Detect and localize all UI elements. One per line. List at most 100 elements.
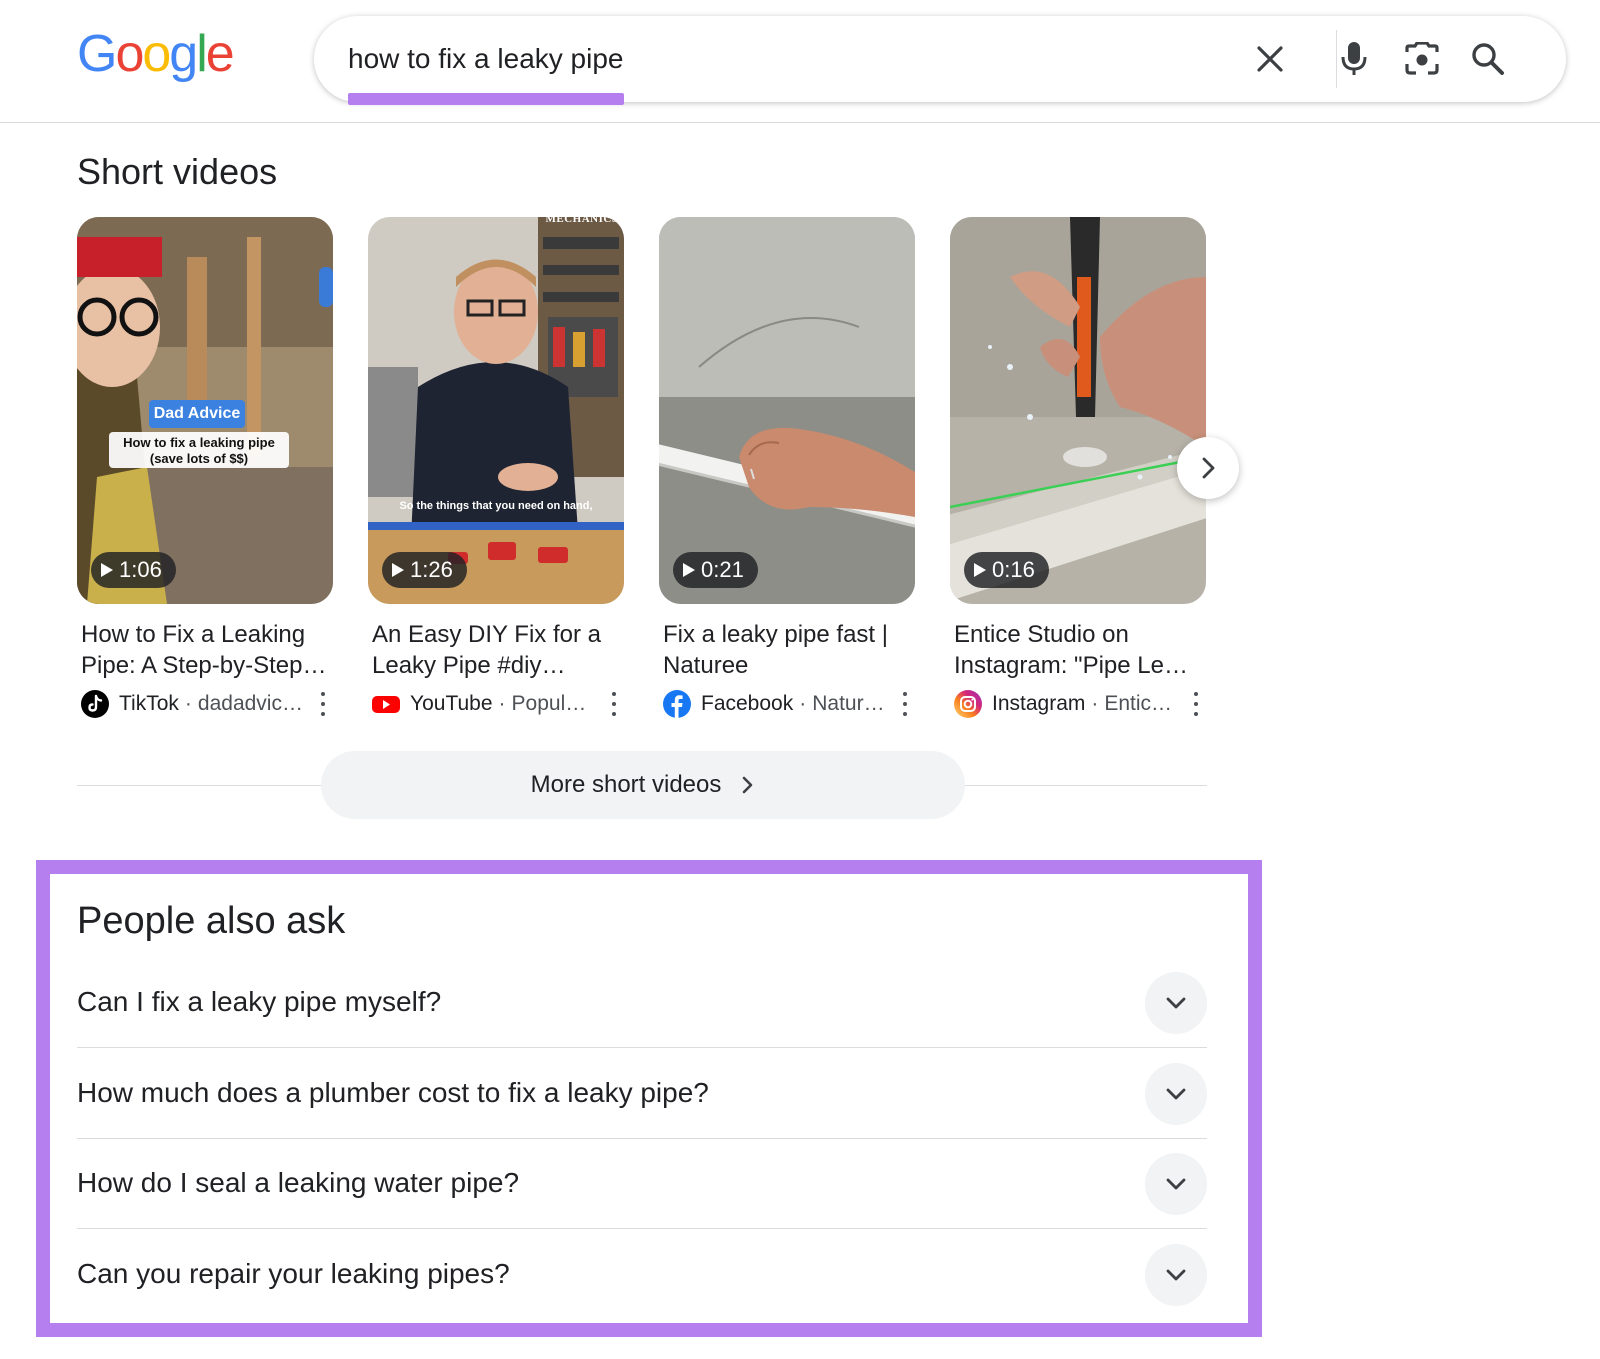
paa-question[interactable]: Can I fix a leaky pipe myself? bbox=[77, 958, 1207, 1048]
video-meta: TikTok · dadadvic… bbox=[81, 689, 333, 719]
expand-button[interactable] bbox=[1145, 1063, 1207, 1125]
video-title[interactable]: Fix a leaky pipe fast | Naturee bbox=[663, 619, 915, 681]
more-short-videos-label: More short videos bbox=[530, 771, 722, 798]
paa-question[interactable]: How much does a plumber cost to fix a le… bbox=[77, 1049, 1207, 1139]
google-logo[interactable]: Google bbox=[77, 24, 235, 84]
paa-divider bbox=[77, 1228, 1207, 1229]
video-channel: Popul… bbox=[511, 692, 587, 715]
tiktok-icon bbox=[81, 690, 109, 718]
video-thumbnail[interactable]: Dad Advice How to fix a leaking pipe (sa… bbox=[77, 217, 333, 604]
video-source: TikTok bbox=[119, 692, 179, 715]
logo-letter: e bbox=[205, 25, 235, 83]
paa-divider bbox=[77, 1047, 1207, 1048]
play-icon bbox=[683, 563, 695, 577]
more-options-icon[interactable] bbox=[1190, 692, 1202, 716]
duration-text: 1:26 bbox=[410, 557, 453, 582]
duration-text: 0:16 bbox=[992, 557, 1035, 582]
logo-letter: o bbox=[115, 25, 144, 83]
short-videos-heading: Short videos bbox=[77, 151, 278, 192]
logo-letter: o bbox=[142, 25, 171, 83]
meta-separator: · bbox=[184, 692, 192, 715]
overlay-caption: So the things that you need on hand, bbox=[399, 500, 593, 512]
video-channel: dadadvic… bbox=[197, 692, 303, 715]
video-title-line: Pipe: A Step-by-Step… bbox=[81, 652, 327, 679]
overlay-caption: How to fix a leaking pipe (save lots of … bbox=[109, 435, 289, 467]
video-card-tiktok[interactable]: Dad Advice How to fix a leaking pipe (sa… bbox=[77, 217, 333, 719]
video-card-youtube[interactable]: MECHANICS So the things that you need on… bbox=[368, 217, 624, 719]
paa-question-text: How do I seal a leaking water pipe? bbox=[77, 1167, 520, 1198]
duration-badge: 1:06 bbox=[91, 552, 176, 588]
microphone-icon[interactable] bbox=[1332, 37, 1376, 81]
video-title-line: Fix a leaky pipe fast | bbox=[663, 621, 888, 648]
paa-question-text: How much does a plumber cost to fix a le… bbox=[77, 1077, 709, 1108]
more-options-icon[interactable] bbox=[608, 692, 620, 716]
video-title-line: Entice Studio on bbox=[954, 621, 1129, 648]
carousel-next-button[interactable] bbox=[1177, 437, 1239, 499]
people-also-ask-heading: People also ask bbox=[77, 900, 346, 942]
search-query-highlight bbox=[348, 93, 624, 105]
duration-badge: 0:16 bbox=[964, 552, 1049, 588]
video-title[interactable]: Entice Studio on Instagram: "Pipe Le… bbox=[954, 619, 1206, 681]
video-title-line: Leaky Pipe #diy… bbox=[372, 652, 566, 679]
video-title[interactable]: How to Fix a Leaking Pipe: A Step-by-Ste… bbox=[81, 619, 333, 681]
search-icon[interactable] bbox=[1466, 37, 1510, 81]
more-options-icon[interactable] bbox=[317, 692, 329, 716]
overlay-line: How to fix a leaking pipe bbox=[123, 435, 275, 450]
search-input[interactable]: how to fix a leaky pipe bbox=[348, 42, 624, 76]
youtube-icon bbox=[372, 696, 400, 713]
video-thumbnail[interactable]: MECHANICS So the things that you need on… bbox=[368, 217, 624, 604]
expand-button[interactable] bbox=[1145, 1153, 1207, 1215]
chevron-down-icon bbox=[1166, 1088, 1186, 1100]
logo-letter: l bbox=[196, 25, 207, 83]
paa-question-text: Can I fix a leaky pipe myself? bbox=[77, 986, 442, 1017]
instagram-icon bbox=[954, 690, 982, 718]
facebook-icon bbox=[663, 690, 691, 718]
chevron-down-icon bbox=[1166, 997, 1186, 1009]
overlay-line: (save lots of $$) bbox=[149, 451, 249, 466]
video-source: Instagram bbox=[992, 692, 1086, 715]
duration-text: 0:21 bbox=[701, 557, 744, 582]
overlay-badge: Dad Advice bbox=[153, 405, 241, 422]
expand-button[interactable] bbox=[1145, 972, 1207, 1034]
clear-icon[interactable] bbox=[1248, 37, 1292, 81]
video-title-line: Instagram: "Pipe Le… bbox=[954, 652, 1188, 679]
chevron-down-icon bbox=[1166, 1178, 1186, 1190]
video-thumbnail[interactable]: 0:16 bbox=[950, 217, 1206, 604]
logo-letter: g bbox=[169, 25, 198, 83]
video-card-facebook[interactable]: 0:21 Fix a leaky pipe fast | Naturee Fac… bbox=[659, 217, 915, 719]
play-icon bbox=[974, 563, 986, 577]
expand-button[interactable] bbox=[1145, 1244, 1207, 1306]
video-card-instagram[interactable]: 0:16 Entice Studio on Instagram: "Pipe L… bbox=[950, 217, 1206, 719]
more-short-videos-button[interactable]: More short videos bbox=[321, 751, 965, 819]
meta-separator: · bbox=[1091, 692, 1099, 715]
paa-question-text: Can you repair your leaking pipes? bbox=[77, 1258, 510, 1289]
video-channel: Natur… bbox=[812, 692, 885, 715]
video-thumbnail[interactable]: 0:21 bbox=[659, 217, 915, 604]
paa-question[interactable]: Can you repair your leaking pipes? bbox=[77, 1230, 1207, 1320]
meta-separator: · bbox=[498, 692, 506, 715]
play-icon bbox=[392, 563, 404, 577]
search-box[interactable]: how to fix a leaky pipe bbox=[314, 16, 1566, 105]
video-meta: Instagram · Entic… bbox=[954, 689, 1206, 719]
video-title-line: How to Fix a Leaking bbox=[81, 621, 306, 648]
video-title-line: Naturee bbox=[663, 652, 749, 679]
video-title[interactable]: An Easy DIY Fix for a Leaky Pipe #diy… bbox=[372, 619, 624, 681]
overlay-sign: MECHANICS bbox=[545, 217, 619, 225]
play-icon bbox=[101, 563, 113, 577]
video-source: YouTube bbox=[410, 692, 493, 715]
more-options-icon[interactable] bbox=[899, 692, 911, 716]
video-meta: YouTube · Popul… bbox=[372, 689, 624, 719]
video-meta: Facebook · Natur… bbox=[663, 689, 915, 719]
chevron-right-icon bbox=[743, 776, 753, 794]
video-source: Facebook bbox=[701, 692, 794, 715]
video-channel: Entic… bbox=[1104, 692, 1173, 715]
video-title-line: An Easy DIY Fix for a bbox=[372, 621, 601, 648]
meta-separator: · bbox=[799, 692, 807, 715]
logo-letter: G bbox=[77, 25, 117, 83]
paa-question[interactable]: How do I seal a leaking water pipe? bbox=[77, 1139, 1207, 1229]
duration-badge: 1:26 bbox=[382, 552, 467, 588]
chevron-down-icon bbox=[1166, 1269, 1186, 1281]
chevron-right-icon bbox=[1202, 457, 1215, 479]
lens-camera-icon[interactable] bbox=[1400, 37, 1444, 81]
duration-text: 1:06 bbox=[119, 557, 162, 582]
